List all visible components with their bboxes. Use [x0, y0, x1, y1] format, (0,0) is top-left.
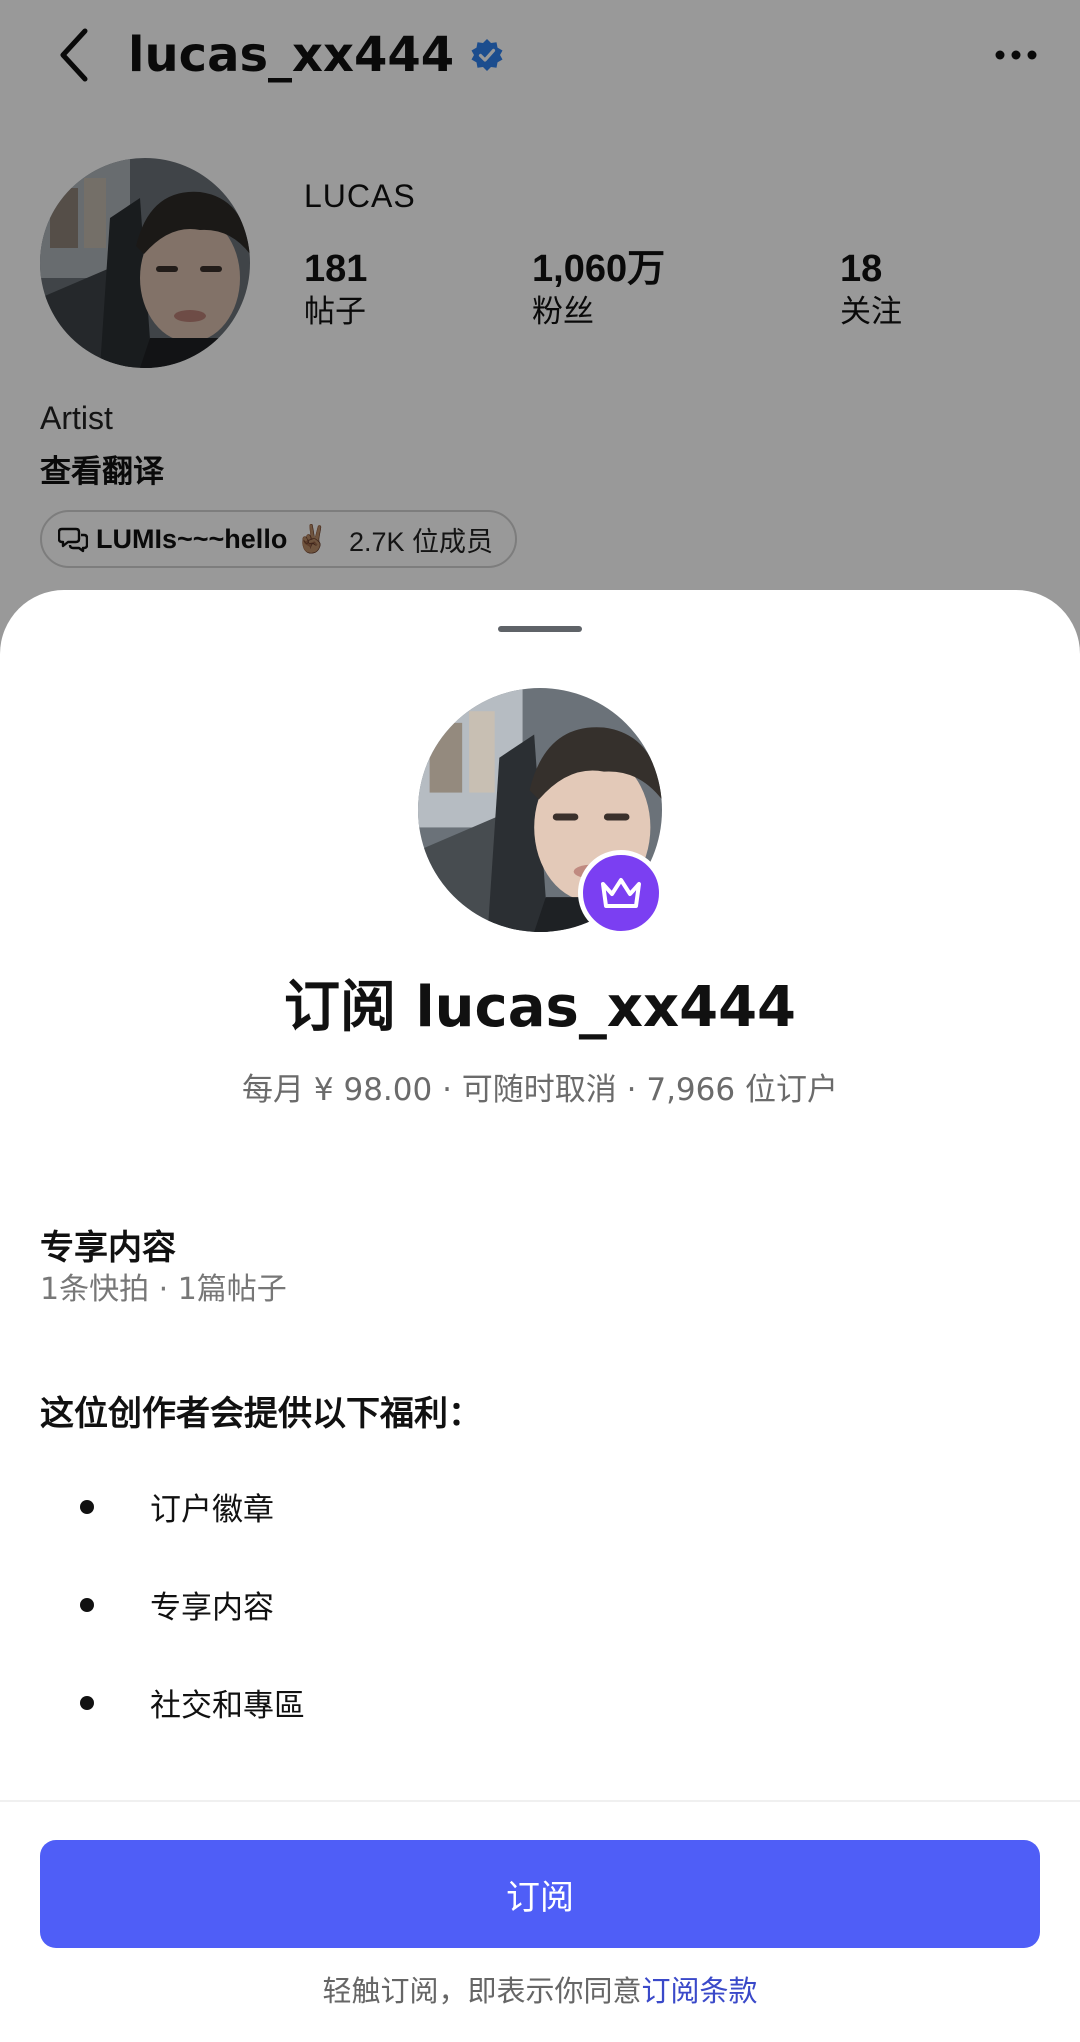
verified-badge-icon — [471, 39, 503, 71]
benefit-item: 订户徽章 — [80, 1484, 274, 1529]
creator-avatar-wrap — [418, 688, 668, 938]
benefit-item: 社交和專區 — [80, 1680, 305, 1725]
subscription-terms-link[interactable]: 订阅条款 — [642, 1974, 758, 2008]
benefit-label: 社交和專區 — [150, 1688, 305, 1724]
subscribe-sheet: 订阅 lucas_xx444 每月 ¥ 98.00 · 可随时取消 · 7,96… — [0, 590, 1080, 2042]
bullet-icon — [80, 1695, 94, 1710]
subscriber-crown-badge — [578, 850, 664, 936]
benefit-label: 专享内容 — [150, 1590, 274, 1626]
back-arrow-icon — [60, 28, 88, 82]
bio-role: Artist — [40, 400, 113, 436]
more-options-icon — [995, 50, 1037, 60]
stat-followers-value: 1,060万 — [532, 248, 666, 290]
benefit-item: 专享内容 — [80, 1582, 274, 1627]
profile-avatar[interactable] — [40, 158, 250, 368]
benefit-label: 订户徽章 — [150, 1492, 274, 1528]
profile-display-name: LUCAS — [304, 178, 416, 214]
username-text: lucas_xx444 — [128, 27, 455, 83]
stat-posts[interactable]: 181 帖子 — [304, 246, 367, 332]
exclusive-content-detail: 1条快拍 · 1篇帖子 — [40, 1272, 287, 1307]
bullet-icon — [80, 1597, 94, 1612]
terms-prefix: 轻触订阅，即表示你同意 — [322, 1974, 642, 2008]
subscribe-price-info: 每月 ¥ 98.00 · 可随时取消 · 7,966 位订户 — [242, 1072, 838, 1108]
bullet-icon — [80, 1499, 94, 1514]
profile-photo — [40, 158, 250, 368]
back-button[interactable] — [44, 22, 104, 88]
profile-username: lucas_xx444 — [128, 24, 504, 86]
subscribe-button[interactable]: 订阅 — [40, 1840, 1040, 1948]
terms-notice: 轻触订阅，即表示你同意订阅条款 — [0, 1968, 1080, 2010]
benefits-title: 这位创作者会提供以下福利： — [40, 1394, 482, 1434]
top-bar: lucas_xx444 — [0, 0, 1080, 110]
subscribe-title: 订阅 lucas_xx444 — [283, 975, 796, 1040]
stat-posts-value: 181 — [304, 248, 368, 290]
broadcast-channel-chip[interactable]: LUMIs~~~hello ✌🏽 2.7K 位成员 — [40, 510, 517, 568]
channel-title: LUMIs~~~hello — [96, 523, 288, 554]
stat-following[interactable]: 18 关注 — [840, 246, 902, 332]
crown-icon — [601, 878, 641, 908]
more-options-button[interactable] — [986, 30, 1046, 80]
footer-divider — [0, 1800, 1080, 1802]
stat-posts-label: 帖子 — [304, 294, 366, 330]
stat-following-value: 18 — [840, 248, 883, 290]
channel-member-count: 2.7K 位成员 — [348, 526, 493, 557]
exclusive-content-title: 专享内容 — [40, 1228, 176, 1268]
profile-page: lucas_xx444 LUCAS 181 帖子 1,060万 粉丝 18 关注… — [0, 0, 1080, 640]
stat-following-label: 关注 — [840, 294, 902, 330]
chat-bubbles-icon — [58, 527, 88, 553]
stat-followers[interactable]: 1,060万 粉丝 — [532, 246, 665, 332]
sheet-drag-handle[interactable] — [498, 626, 582, 632]
victory-hand-emoji: ✌🏽 — [295, 524, 329, 554]
stat-followers-label: 粉丝 — [532, 294, 594, 330]
see-translation-link[interactable]: 查看翻译 — [40, 446, 164, 491]
